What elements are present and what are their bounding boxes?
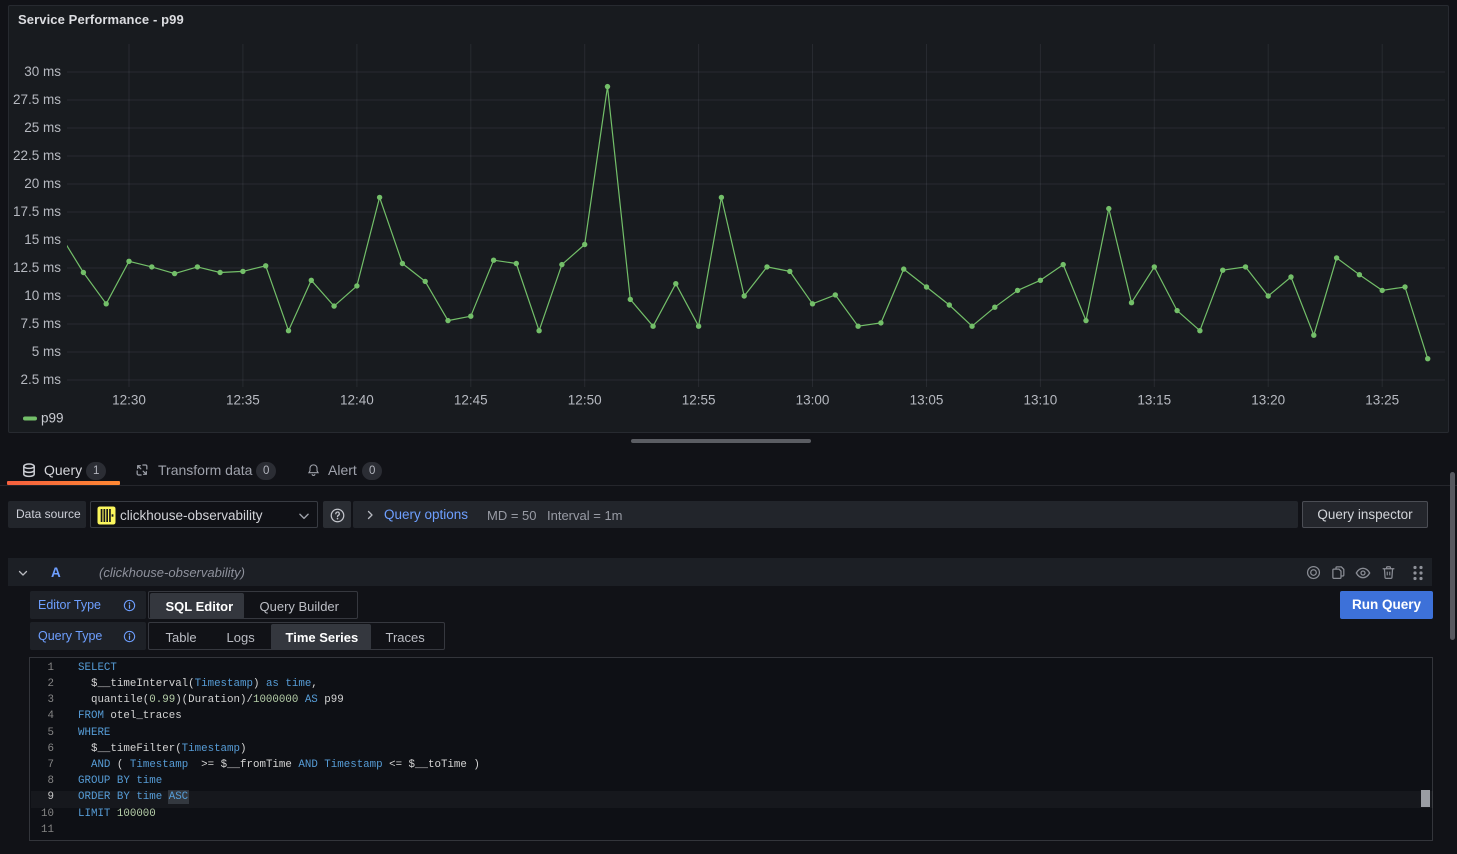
svg-text:7.5 ms: 7.5 ms — [20, 316, 61, 331]
svg-text:30 ms: 30 ms — [24, 64, 61, 79]
svg-text:13:00: 13:00 — [796, 393, 830, 408]
svg-text:13:20: 13:20 — [1251, 393, 1285, 408]
svg-text:13:25: 13:25 — [1365, 393, 1399, 408]
svg-text:22.5 ms: 22.5 ms — [13, 148, 61, 163]
svg-text:10 ms: 10 ms — [24, 288, 61, 303]
svg-text:5 ms: 5 ms — [32, 344, 62, 359]
svg-text:12:30: 12:30 — [112, 393, 146, 408]
svg-text:12:45: 12:45 — [454, 393, 488, 408]
svg-text:2.5 ms: 2.5 ms — [20, 372, 61, 387]
svg-text:13:15: 13:15 — [1137, 393, 1171, 408]
svg-text:12:50: 12:50 — [568, 393, 602, 408]
svg-text:15 ms: 15 ms — [24, 232, 61, 247]
svg-text:20 ms: 20 ms — [24, 176, 61, 191]
svg-text:17.5 ms: 17.5 ms — [13, 204, 61, 219]
svg-text:12:40: 12:40 — [340, 393, 374, 408]
svg-text:13:10: 13:10 — [1024, 393, 1058, 408]
svg-text:p99: p99 — [41, 411, 64, 426]
svg-text:25 ms: 25 ms — [24, 120, 61, 135]
svg-text:13:05: 13:05 — [910, 393, 944, 408]
svg-text:27.5 ms: 27.5 ms — [13, 92, 61, 107]
svg-text:12:35: 12:35 — [226, 393, 260, 408]
svg-text:12.5 ms: 12.5 ms — [13, 260, 61, 275]
svg-text:12:55: 12:55 — [682, 393, 716, 408]
